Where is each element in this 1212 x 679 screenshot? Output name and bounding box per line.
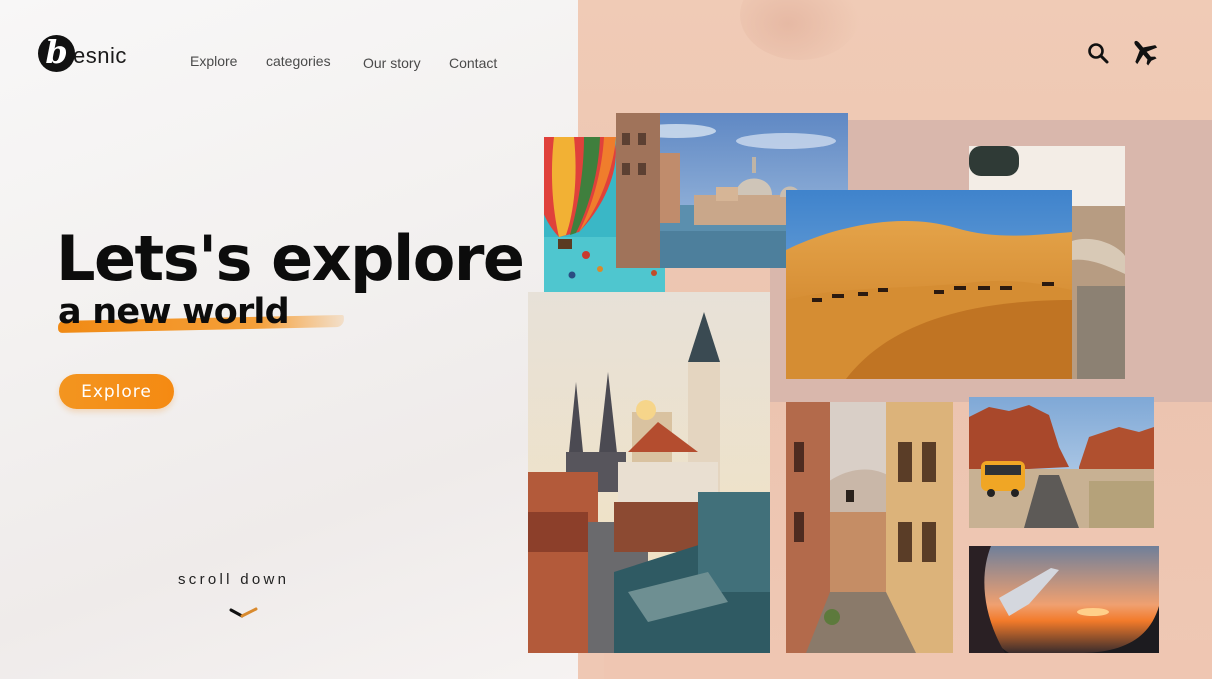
- hero-title: Lets's explore: [56, 222, 525, 295]
- logo-text: esnic: [73, 43, 127, 68]
- brand-logo[interactable]: b esnic: [38, 33, 127, 73]
- photo-narrow-street[interactable]: [786, 402, 953, 653]
- nav-item-contact[interactable]: Contact: [449, 55, 497, 71]
- airplane-icon[interactable]: [1128, 37, 1160, 67]
- scroll-down-label[interactable]: scroll down: [178, 571, 289, 588]
- left-background: [0, 0, 620, 679]
- nav-item-categories[interactable]: categories: [266, 53, 331, 69]
- hero-subtitle-block: a new world: [57, 292, 348, 336]
- nav-item-explore[interactable]: Explore: [190, 53, 237, 69]
- photo-prague-old-town[interactable]: [528, 292, 770, 653]
- nav-item-our-story[interactable]: Our story: [363, 55, 421, 71]
- photo-canyon-van[interactable]: [969, 397, 1154, 528]
- logo-mark: b: [38, 34, 75, 72]
- photo-airplane-window-sunset[interactable]: [969, 546, 1159, 653]
- hero-subtitle: a new world: [58, 292, 290, 332]
- photo-desert-camels[interactable]: [786, 190, 1072, 379]
- scroll-down-arrow-icon[interactable]: [228, 606, 260, 620]
- search-icon[interactable]: [1086, 41, 1110, 65]
- explore-button[interactable]: Explore: [59, 374, 174, 409]
